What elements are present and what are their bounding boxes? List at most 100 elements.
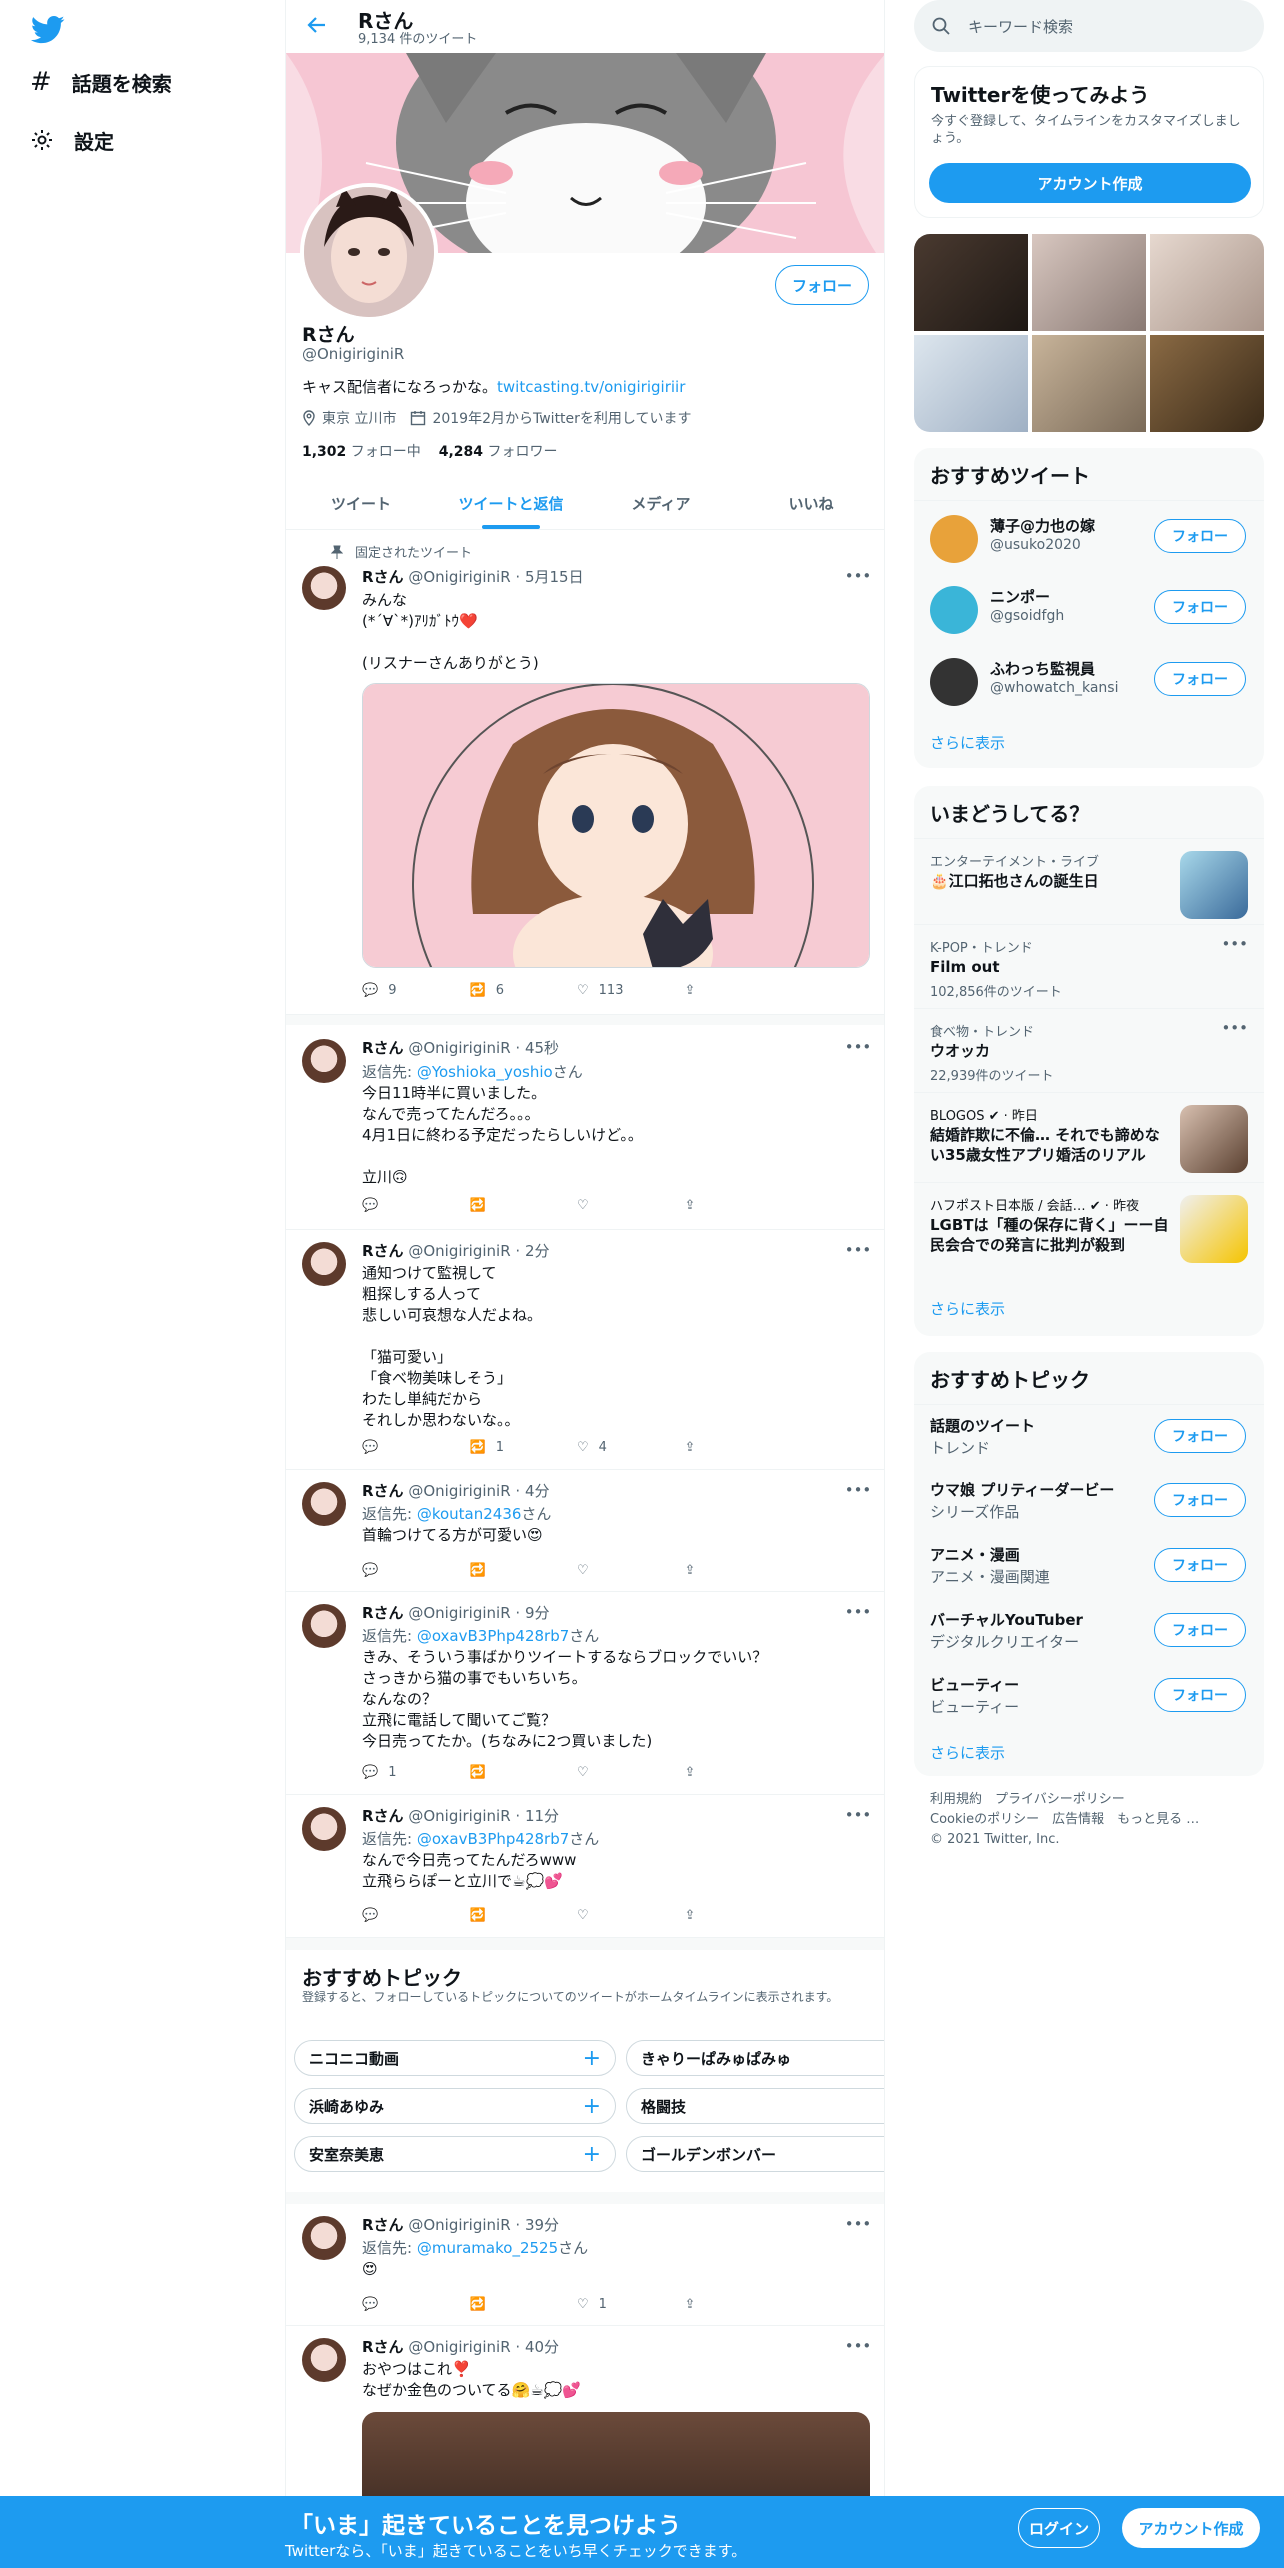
tweet[interactable]: Rさん @OnigiriginiR · 5月15日 ••• みんな (*´∀`*… [286,530,884,1015]
share-button[interactable]: ⇪ [685,1437,793,1457]
reply-button[interactable]: 💬 [362,1905,470,1925]
reply-button[interactable]: 💬 [362,2294,470,2314]
nav-settings[interactable]: 設定 [30,120,114,160]
tweet[interactable]: Rさん @OnigiriginiR · 45秒 ••• 返信先: @Yoshio… [286,1025,884,1230]
tweet-avatar[interactable] [302,1039,346,1083]
tweet-image[interactable] [362,683,870,968]
show-more-link[interactable]: さらに表示 [930,732,1005,753]
topic-pill[interactable]: ゴールデンボンバー [626,2136,884,2172]
follow-button[interactable]: フォロー [1154,519,1246,553]
retweet-button[interactable]: 🔁 1 [470,1437,578,1457]
trend-item[interactable]: 食べ物・トレンド ウオッカ 22,939件のツイート ••• [914,1008,1264,1092]
tweet[interactable]: Rさん @OnigiriginiR · 40分 ••• おやつはこれ❣️ なぜか… [286,2326,884,2500]
tweet-avatar[interactable] [302,1604,346,1648]
topic-pill[interactable]: 安室奈美恵 + [294,2136,616,2172]
retweet-button[interactable]: 🔁 [470,1905,578,1925]
footer-line[interactable]: Cookieのポリシー 広告情報 もっと見る … [930,1810,1199,1830]
reply-button[interactable]: 💬 [362,1195,470,1215]
topic-row[interactable]: ビューティー ビューティー フォロー [914,1664,1264,1729]
nav-explore[interactable]: # 話題を検索 [30,62,172,102]
more-icon[interactable]: ••• [1221,1019,1248,1037]
follow-button[interactable]: フォロー [1154,1678,1246,1712]
user-name[interactable]: 薄子@力也の嫁 [990,515,1095,536]
follow-button[interactable]: フォロー [1154,1483,1246,1517]
like-button[interactable]: ♡ 113 [577,980,685,1000]
retweet-button[interactable]: 🔁 [470,1560,578,1580]
more-icon[interactable]: ••• [845,1602,872,1622]
search-input[interactable]: キーワード検索 [914,0,1264,52]
user-row[interactable]: 薄子@力也の嫁 @usuko2020 フォロー [914,500,1264,572]
more-icon[interactable]: ••• [845,566,872,586]
topic-row[interactable]: 話題のツイート トレンド フォロー [914,1404,1264,1469]
retweet-button[interactable]: 🔁 [470,1195,578,1215]
tweet-author[interactable]: Rさん [362,2338,404,2356]
tweet-author[interactable]: Rさん [362,1482,404,1500]
banner-signup-button[interactable]: アカウント作成 [1122,2508,1260,2548]
reply-to-handle[interactable]: @oxavB3Php428rb7 [417,1627,569,1645]
trend-item[interactable]: K-POP・トレンド Film out 102,856件のツイート ••• [914,924,1264,1008]
profile-bio-link[interactable]: twitcasting.tv/onigirigiriir [497,378,685,396]
back-arrow-icon[interactable] [304,12,330,38]
share-button[interactable]: ⇪ [685,2294,793,2314]
more-icon[interactable]: ••• [845,1805,872,1825]
tab-tweets[interactable]: ツイート [286,478,436,529]
media-grid[interactable] [914,234,1264,432]
tweet-author[interactable]: Rさん [362,1039,404,1057]
twitter-logo-icon[interactable] [28,10,68,50]
like-button[interactable]: ♡ [577,1762,685,1782]
tweet-avatar[interactable] [302,1242,346,1286]
more-icon[interactable]: ••• [845,1240,872,1260]
user-row[interactable]: ふわっち監視員 @whowatch_kansi フォロー [914,644,1264,716]
reply-button[interactable]: 💬 1 [362,1762,470,1782]
share-button[interactable]: ⇪ [685,1905,793,1925]
retweet-button[interactable]: 🔁 [470,2294,578,2314]
avatar[interactable] [930,515,978,563]
follow-button[interactable]: フォロー [1154,590,1246,624]
tweet-avatar[interactable] [302,566,346,610]
tweet-image[interactable] [362,2412,870,2500]
like-button[interactable]: ♡ 1 [577,2294,685,2314]
user-name[interactable]: ふわっち監視員 [990,658,1095,679]
reply-button[interactable]: 💬 [362,1560,470,1580]
reply-to-handle[interactable]: @Yoshioka_yoshio [417,1063,553,1081]
share-button[interactable]: ⇪ [685,1195,793,1215]
reply-button[interactable]: 💬 9 [362,980,470,1000]
user-name[interactable]: ニンポー [990,586,1050,607]
tab-tweets-and-replies[interactable]: ツイートと返信 [436,478,586,529]
signup-button[interactable]: アカウント作成 [929,163,1251,203]
profile-follow-button[interactable]: フォロー [775,265,869,305]
more-icon[interactable]: ••• [1221,935,1248,953]
tweet-avatar[interactable] [302,1807,346,1851]
show-more-link[interactable]: さらに表示 [930,1298,1005,1319]
topic-pill[interactable]: 浜崎あゆみ + [294,2088,616,2124]
tweet-author[interactable]: Rさん [362,568,404,586]
more-icon[interactable]: ••• [845,2336,872,2356]
tweet-avatar[interactable] [302,2216,346,2260]
profile-avatar[interactable] [300,183,438,321]
topic-row[interactable]: アニメ・漫画 アニメ・漫画関連 フォロー [914,1534,1264,1599]
reply-to-handle[interactable]: @koutan2436 [417,1505,522,1523]
avatar[interactable] [930,586,978,634]
follow-button[interactable]: フォロー [1154,1613,1246,1647]
show-more-link[interactable]: さらに表示 [930,1742,1005,1763]
tweet-author[interactable]: Rさん [362,1807,404,1825]
tweet-avatar[interactable] [302,1482,346,1526]
retweet-button[interactable]: 🔁 6 [470,980,578,1000]
follow-button[interactable]: フォロー [1154,1419,1246,1453]
reply-button[interactable]: 💬 [362,1437,470,1457]
tweet[interactable]: Rさん @OnigiriginiR · 39分 ••• 返信先: @murama… [286,2204,884,2326]
share-button[interactable]: ⇪ [685,1762,793,1782]
user-row[interactable]: ニンポー @gsoidfgh フォロー [914,572,1264,644]
tweet[interactable]: Rさん @OnigiriginiR · 2分 ••• 通知つけて監視して 粗探し… [286,1230,884,1470]
tweet[interactable]: Rさん @OnigiriginiR · 11分 ••• 返信先: @oxavB3… [286,1795,884,1938]
tweet[interactable]: Rさん @OnigiriginiR · 9分 ••• 返信先: @oxavB3P… [286,1592,884,1795]
follow-button[interactable]: フォロー [1154,1548,1246,1582]
followers-stat[interactable]: 4,284 フォロワー [439,441,558,461]
more-icon[interactable]: ••• [845,2214,872,2234]
like-button[interactable]: ♡ [577,1560,685,1580]
trend-item[interactable]: BLOGOS ✔ · 昨日 結婚詐欺に不倫… それでも諦めない35歳女性アプリ婚… [914,1092,1264,1182]
more-icon[interactable]: ••• [845,1037,872,1057]
topic-row[interactable]: ウマ娘 プリティーダービー シリーズ作品 フォロー [914,1469,1264,1534]
reply-to-handle[interactable]: @muramako_2525 [417,2239,558,2257]
like-button[interactable]: ♡ 4 [577,1437,685,1457]
